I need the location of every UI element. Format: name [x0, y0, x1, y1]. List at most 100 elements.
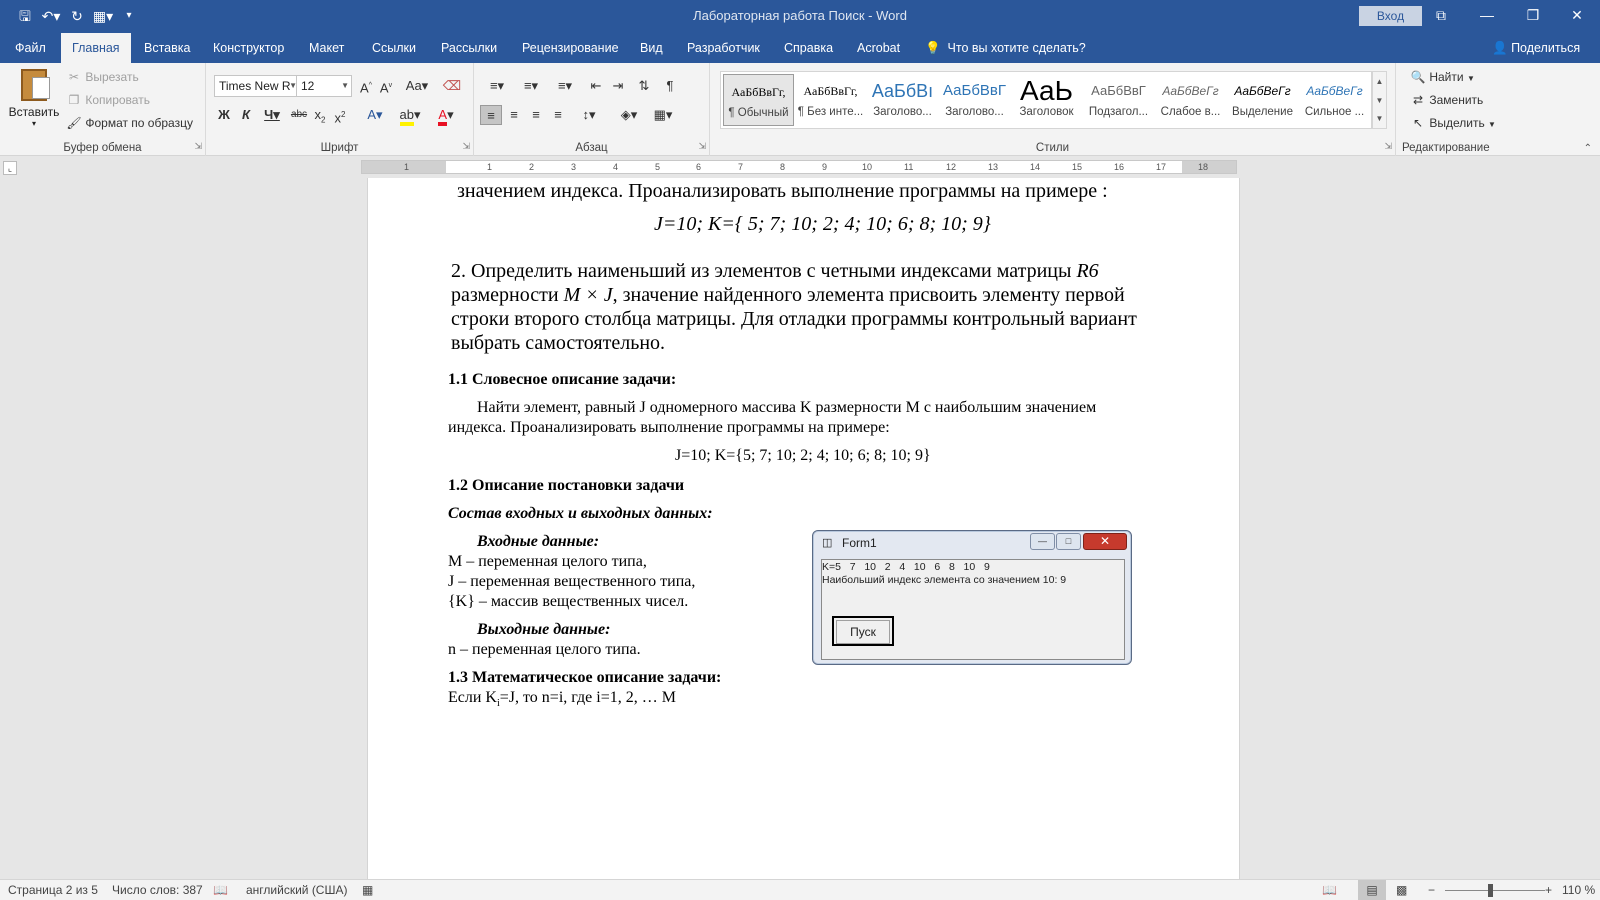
tab-review[interactable]: Рецензирование	[522, 33, 619, 63]
copy-button[interactable]: ❐ Копировать	[66, 90, 150, 110]
borders-icon[interactable]: ▦▾	[648, 105, 678, 125]
tab-help[interactable]: Справка	[784, 33, 833, 63]
styles-gallery-scroll[interactable]: ▲ ▼ ▼	[1372, 71, 1387, 129]
highlight-icon[interactable]: ab▾	[394, 105, 426, 126]
align-left-icon[interactable]: ≡	[480, 105, 502, 125]
dialog-launcher-icon[interactable]: ⇲	[194, 141, 202, 152]
output-line: K=5 7 10 2 4 10 6 8 10 9	[822, 561, 990, 573]
strikethrough-icon[interactable]: abc	[288, 105, 310, 125]
horizontal-ruler[interactable]: 1 1 2 3 4 5 6 7 8 9 10 11 12 13 14 15 16…	[361, 160, 1237, 174]
tell-me-search[interactable]: 💡 Что вы хотите сделать?	[925, 33, 1086, 63]
superscript-icon[interactable]: x2	[330, 105, 350, 125]
minimize-icon[interactable]: —	[1030, 533, 1055, 550]
style-subtle-emphasis[interactable]: АаБбВеГг Слабое в...	[1155, 74, 1226, 126]
find-button[interactable]: 🔍 Найти ▼	[1410, 67, 1475, 87]
ribbon-options-icon[interactable]: ⧉	[1418, 0, 1464, 33]
zoom-level[interactable]: 110 %	[1562, 883, 1595, 897]
tab-home[interactable]: Главная	[61, 33, 131, 63]
chevron-down-icon[interactable]: ▼	[1373, 91, 1386, 110]
dialog-launcher-icon[interactable]: ⇲	[1384, 141, 1392, 152]
select-button[interactable]: ↖ Выделить ▼	[1410, 113, 1496, 133]
maximize-icon[interactable]: □	[1056, 533, 1081, 550]
minimize-button[interactable]: —	[1464, 0, 1510, 33]
start-button[interactable]: Пуск	[832, 616, 894, 646]
close-button[interactable]: ✕	[1554, 0, 1600, 33]
proofing-icon[interactable]: 📖	[213, 883, 228, 897]
chevron-down-icon: ▼	[1466, 74, 1475, 83]
section-heading: 1.2 Описание постановки задачи	[448, 477, 685, 494]
style-emphasis[interactable]: АаБбВеГг Выделение	[1227, 74, 1298, 126]
word-count[interactable]: Число слов: 387	[112, 883, 203, 897]
align-center-icon[interactable]: ≡	[504, 105, 524, 125]
align-right-icon[interactable]: ≡	[526, 105, 546, 125]
macro-icon[interactable]: ▦	[362, 883, 373, 897]
font-size-combo[interactable]: 12 ▼	[296, 75, 352, 97]
clipboard-icon	[21, 69, 50, 101]
collapse-ribbon-icon[interactable]: ⌃	[1584, 143, 1592, 154]
font-name-combo[interactable]: Times New R ▼	[214, 75, 300, 97]
dialog-launcher-icon[interactable]: ⇲	[698, 141, 706, 152]
shading-icon[interactable]: ◈▾	[614, 105, 644, 125]
shrink-font-icon[interactable]: Av	[376, 76, 396, 96]
search-icon: 🔍	[1410, 70, 1426, 84]
style-no-spacing[interactable]: АаБбВвГг, ¶ Без инте...	[795, 74, 866, 126]
numbering-icon[interactable]: ≡▾	[516, 76, 546, 96]
change-case-icon[interactable]: Aa▾	[402, 76, 432, 96]
tab-file[interactable]: Файл	[15, 33, 46, 63]
style-normal[interactable]: АаБбВвГг, ¶ Обычный	[723, 74, 794, 126]
increase-indent-icon[interactable]: ⇥	[608, 76, 628, 96]
document-page[interactable]: значением индекса. Проанализировать выпо…	[367, 178, 1240, 879]
zoom-in-icon[interactable]: +	[1545, 883, 1552, 897]
ruler-area: ⌞ 1 1 2 3 4 5 6 7 8 9 10 11 12 13 14 15 …	[0, 157, 1600, 178]
font-color-icon[interactable]: A▾	[430, 105, 462, 126]
subscript-icon[interactable]: x2	[310, 105, 330, 125]
underline-icon[interactable]: Ч▾	[258, 105, 286, 125]
close-icon[interactable]: ✕	[1083, 533, 1127, 550]
paste-button[interactable]: Вставить ▾	[8, 69, 60, 135]
style-title[interactable]: АаЬ Заголовок	[1011, 74, 1082, 126]
italic-icon[interactable]: К	[236, 105, 256, 125]
chevron-up-icon[interactable]: ▲	[1373, 72, 1386, 91]
tab-view[interactable]: Вид	[640, 33, 663, 63]
multilevel-list-icon[interactable]: ≡▾	[550, 76, 580, 96]
task-line: строки второго столбца матрицы. Для отла…	[451, 308, 1137, 330]
zoom-slider[interactable]	[1445, 890, 1545, 891]
format-painter-button[interactable]: 🖌 Формат по образцу	[66, 113, 193, 133]
tab-references[interactable]: Ссылки	[372, 33, 416, 63]
read-mode-icon[interactable]: 📖	[1322, 883, 1337, 897]
grow-font-icon[interactable]: A^	[356, 76, 376, 96]
tab-design[interactable]: Конструктор	[213, 33, 284, 63]
bold-icon[interactable]: Ж	[214, 105, 234, 125]
web-layout-icon[interactable]: ▩	[1396, 883, 1407, 897]
page-indicator[interactable]: Страница 2 из 5	[8, 883, 98, 897]
tab-developer[interactable]: Разработчик	[687, 33, 760, 63]
clear-formatting-icon[interactable]: ⌫	[442, 76, 462, 96]
cut-button[interactable]: ✂ Вырезать	[66, 67, 139, 87]
line-spacing-icon[interactable]: ↕▾	[574, 105, 604, 125]
show-marks-icon[interactable]: ¶	[660, 76, 680, 96]
tab-acrobat[interactable]: Acrobat	[857, 33, 900, 63]
restore-button[interactable]: ❐	[1510, 0, 1556, 33]
style-heading-1[interactable]: АаБбВı Заголово...	[867, 74, 938, 126]
print-layout-icon[interactable]: ▤	[1358, 880, 1386, 900]
tab-layout[interactable]: Макет	[309, 33, 344, 63]
tab-insert[interactable]: Вставка	[144, 33, 190, 63]
decrease-indent-icon[interactable]: ⇤	[586, 76, 606, 96]
language-indicator[interactable]: английский (США)	[246, 883, 347, 897]
dialog-launcher-icon[interactable]: ⇲	[462, 141, 470, 152]
justify-icon[interactable]: ≡	[548, 105, 568, 125]
zoom-out-icon[interactable]: −	[1428, 883, 1435, 897]
tab-mailings[interactable]: Рассылки	[441, 33, 497, 63]
text-effects-icon[interactable]: A▾	[360, 105, 390, 125]
sort-icon[interactable]: ⇅	[634, 76, 654, 96]
style-heading-2[interactable]: АаБбВвГ Заголово...	[939, 74, 1010, 126]
bullets-icon[interactable]: ≡▾	[482, 76, 512, 96]
sign-in-button[interactable]: Вход	[1359, 6, 1422, 26]
more-icon[interactable]: ▼	[1373, 110, 1386, 128]
style-subtitle[interactable]: АаБбВвГ Подзагол...	[1083, 74, 1154, 126]
replace-button[interactable]: ⇄ Заменить	[1410, 90, 1483, 110]
tab-selector-icon[interactable]: ⌞	[3, 161, 17, 175]
zoom-slider-thumb[interactable]	[1488, 884, 1493, 897]
style-intense-emphasis[interactable]: АаБбВеГг Сильное ...	[1299, 74, 1370, 126]
share-button[interactable]: 👤 Поделиться	[1492, 33, 1580, 63]
